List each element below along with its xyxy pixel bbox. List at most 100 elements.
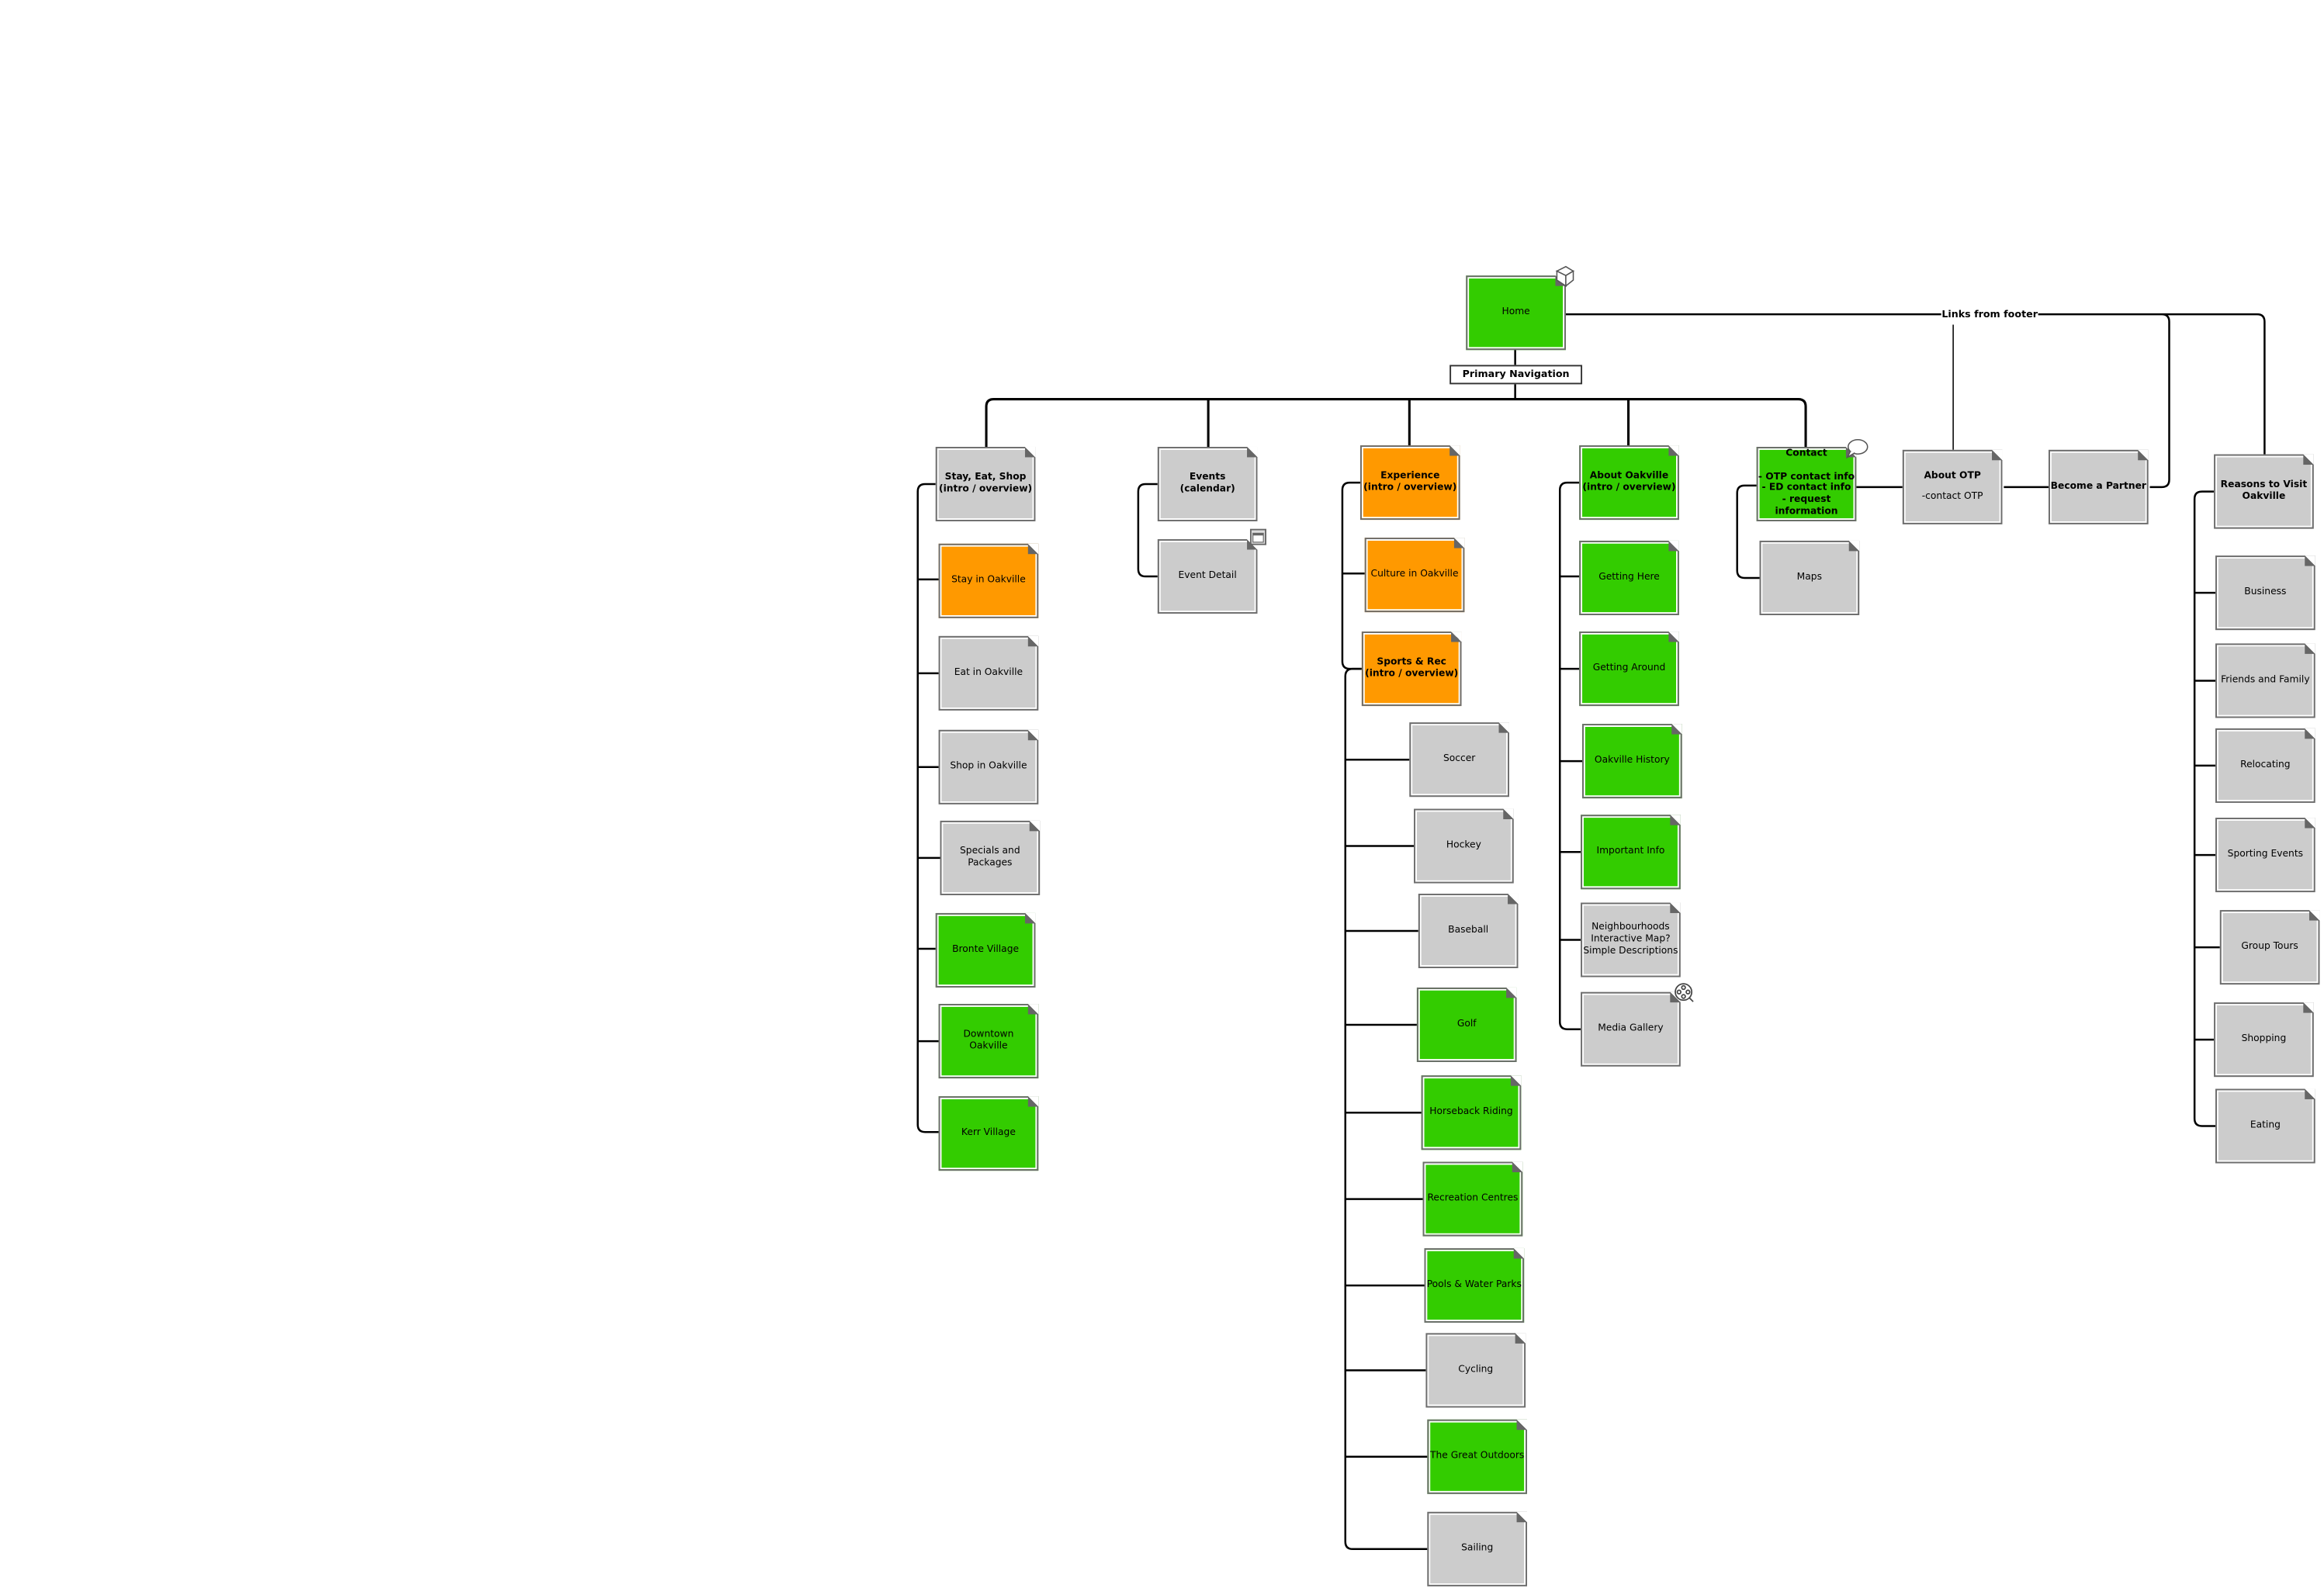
- film-reel-icon: [1675, 983, 1694, 1002]
- page-node-content: Soccer: [1443, 752, 1476, 766]
- page-node-content: Shop in Oakville: [950, 759, 1027, 773]
- page-node-specials-and[interactable]: Specials and Packages: [940, 820, 1041, 895]
- page-node-eat-in-oakville[interactable]: Eat in Oakville: [938, 635, 1039, 711]
- page-node-stay-eat-shop[interactable]: Stay, Eat, Shop (intro / overview): [935, 447, 1036, 521]
- connector-lines: [916, 313, 2266, 1551]
- page-node-content: Sailing: [1461, 1541, 1494, 1555]
- page-node-horseback-riding[interactable]: Horseback Riding: [1421, 1075, 1522, 1150]
- page-node-friends-and-family[interactable]: Friends and Family: [2215, 643, 2315, 718]
- page-node-eating[interactable]: Eating: [2215, 1088, 2315, 1164]
- page-node-home[interactable]: Home: [1466, 275, 1566, 351]
- page-node-label: Sailing: [1461, 1541, 1494, 1554]
- page-node-shopping[interactable]: Shopping: [2214, 1002, 2314, 1078]
- page-node-soccer[interactable]: Soccer: [1409, 722, 1509, 798]
- page-node-label: Business: [2244, 585, 2287, 598]
- page-node-neighbourhoods[interactable]: Neighbourhoods Interactive Map? Simple D…: [1581, 902, 1681, 977]
- page-node-label: Sporting Events: [2227, 847, 2304, 860]
- page-node-oakville-history[interactable]: Oakville History: [1582, 724, 1682, 799]
- page-node-the-great-outdoors[interactable]: The Great Outdoors: [1427, 1419, 1528, 1494]
- page-node-recreation-centres[interactable]: Recreation Centres: [1422, 1161, 1523, 1237]
- page-node-content: The Great Outdoors: [1430, 1450, 1524, 1462]
- page-node-label: Reasons to Visit Oakville: [2220, 478, 2308, 503]
- page-node-content: Specials and Packages: [960, 845, 1020, 870]
- page-node-content: Bronte Village: [952, 943, 1020, 956]
- page-node-sports-rec[interactable]: Sports & Rec (intro / overview): [1361, 631, 1462, 707]
- page-node-content: About Oakville (intro / overview): [1582, 469, 1676, 494]
- page-node-contact[interactable]: Contact - OTP contact info - ED contact …: [1756, 447, 1857, 521]
- page-node-shop-in-oakville[interactable]: Shop in Oakville: [938, 729, 1039, 804]
- page-node-label: Bronte Village: [952, 943, 1020, 955]
- page-node-golf[interactable]: Golf: [1416, 987, 1517, 1062]
- page-node-label: Experience (intro / overview): [1363, 469, 1457, 493]
- page-node-content: Stay, Eat, Shop (intro / overview): [938, 471, 1033, 496]
- page-node-label: Stay, Eat, Shop (intro / overview): [938, 471, 1033, 495]
- page-node-content: Friends and Family: [2221, 673, 2310, 687]
- page-node-content: Downtown Oakville: [963, 1029, 1013, 1053]
- page-node-content: Neighbourhoods Interactive Map? Simple D…: [1583, 921, 1678, 957]
- page-node-label: Event Detail: [1178, 569, 1237, 581]
- page-node-stay-in-oakville[interactable]: Stay in Oakville: [938, 543, 1039, 618]
- page-node-culture-in-oakville[interactable]: Culture in Oakville: [1364, 538, 1465, 613]
- page-node-relocating[interactable]: Relocating: [2215, 728, 2315, 803]
- page-node-label: Home: [1501, 305, 1530, 318]
- page-node-label: Cycling: [1458, 1362, 1494, 1375]
- page-node-label: About Oakville (intro / overview): [1582, 469, 1676, 493]
- page-node-important-info[interactable]: Important Info: [1581, 815, 1681, 890]
- primary-navigation-label: Primary Navigation: [1449, 365, 1583, 385]
- page-node-content: Maps: [1797, 571, 1822, 583]
- speech-bubble-icon: [1845, 439, 1869, 459]
- page-node-label: Culture in Oakville: [1370, 567, 1459, 580]
- page-node-label: Media Gallery: [1598, 1022, 1664, 1034]
- page-node-label: About OTP: [1924, 469, 1981, 482]
- page-node-become-a-partner[interactable]: Become a Partner: [2049, 449, 2149, 524]
- page-node-label: Horseback Riding: [1429, 1105, 1513, 1118]
- page-node-label: Shop in Oakville: [950, 759, 1027, 772]
- page-node-label: Baseball: [1448, 923, 1489, 936]
- page-node-label: Soccer: [1443, 752, 1476, 765]
- page-node-group-tours[interactable]: Group Tours: [2219, 910, 2320, 985]
- page-node-label: Important Info: [1596, 844, 1665, 857]
- page-node-label: Getting Here: [1598, 570, 1660, 583]
- page-node-reasons-to-visit[interactable]: Reasons to Visit Oakville: [2214, 454, 2314, 529]
- page-node-label: Stay in Oakville: [951, 573, 1026, 586]
- page-node-bronte-village[interactable]: Bronte Village: [935, 912, 1036, 988]
- page-node-getting-around[interactable]: Getting Around: [1579, 631, 1679, 707]
- page-node-label: Shopping: [2241, 1032, 2287, 1045]
- connector-primary-bus: [985, 398, 1807, 447]
- page-node-media-gallery[interactable]: Media Gallery: [1581, 991, 1681, 1067]
- page-node-label: Sports & Rec (intro / overview): [1365, 656, 1459, 680]
- page-node-maps[interactable]: Maps: [1759, 540, 1860, 615]
- page-node-label: Golf: [1456, 1017, 1477, 1029]
- page-node-content: Stay in Oakville: [951, 573, 1026, 586]
- page-node-getting-here[interactable]: Getting Here: [1579, 540, 1679, 615]
- page-node-baseball[interactable]: Baseball: [1418, 894, 1519, 968]
- page-node-content: Group Tours: [2241, 940, 2298, 953]
- page-node-cycling[interactable]: Cycling: [1425, 1333, 1526, 1408]
- page-node-content: Recreation Centres: [1427, 1192, 1518, 1205]
- page-node-about-otp[interactable]: About OTP -contact OTP: [1902, 449, 2003, 524]
- page-node-downtown[interactable]: Downtown Oakville: [938, 1004, 1039, 1079]
- page-node-pools-water-parks[interactable]: Pools & Water Parks: [1424, 1247, 1525, 1323]
- page-node-label: Specials and Packages: [960, 845, 1020, 869]
- page-node-content: Sports & Rec (intro / overview): [1365, 656, 1459, 680]
- page-node-kerr-village[interactable]: Kerr Village: [938, 1096, 1039, 1171]
- page-node-label: Eating: [2250, 1119, 2281, 1131]
- page-node-label: Kerr Village: [961, 1126, 1016, 1139]
- page-node-business[interactable]: Business: [2215, 555, 2315, 631]
- page-node-content: Reasons to Visit Oakville: [2220, 478, 2308, 503]
- page-node-label: Eat in Oakville: [954, 666, 1023, 678]
- page-node-hockey[interactable]: Hockey: [1414, 808, 1514, 884]
- page-node-sporting-events[interactable]: Sporting Events: [2215, 818, 2315, 893]
- page-node-content: Media Gallery: [1598, 1022, 1664, 1035]
- sitemap-canvas: Primary Navigation Links from footer Hom…: [0, 0, 2324, 1595]
- cube-icon: [1555, 265, 1575, 288]
- page-node-experience[interactable]: Experience (intro / overview): [1359, 445, 1460, 521]
- page-node-events[interactable]: Events (calendar): [1157, 447, 1258, 521]
- page-node-event-detail[interactable]: Event Detail: [1157, 539, 1258, 614]
- page-node-content: Experience (intro / overview): [1363, 469, 1457, 494]
- page-node-content: Getting Here: [1598, 570, 1660, 583]
- page-node-about-oakville[interactable]: About Oakville (intro / overview): [1579, 445, 1679, 521]
- page-node-sailing[interactable]: Sailing: [1427, 1511, 1528, 1586]
- page-node-label: Become a Partner: [2050, 479, 2146, 492]
- page-node-content: Horseback Riding: [1429, 1105, 1513, 1119]
